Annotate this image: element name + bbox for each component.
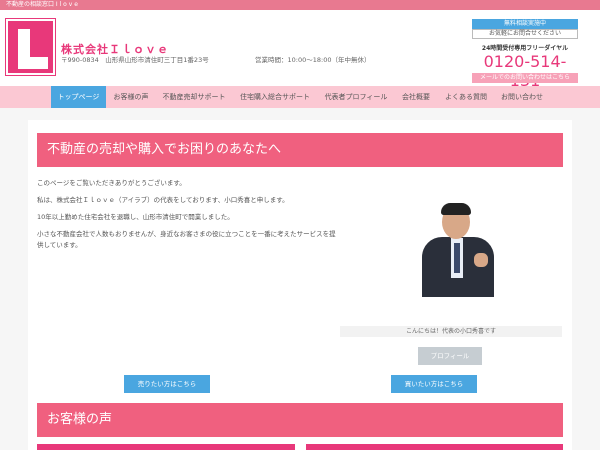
nav-item-top[interactable]: トップページ — [51, 86, 106, 108]
main-nav: トップページ お客様の声 不動産売却サポート 住宅購入総合サポート 代表者プロフ… — [0, 86, 600, 108]
intro-paragraph: 小さな不動産会社で人数もおりませんが、身近なお客さまの役に立つことを一番に考えた… — [37, 230, 336, 249]
photo-caption: こんにちは！代表の小口秀喜です — [340, 326, 562, 337]
consult-link[interactable]: お気軽にお問合せください — [472, 29, 578, 39]
person-hair — [441, 203, 471, 215]
buy-button[interactable]: 買いたい方はこちら — [391, 375, 477, 393]
intro-paragraph: 10年以上勤めた住宅会社を退職し、山形市清住町で開業しました。 — [37, 213, 234, 221]
nav-item-contact[interactable]: お問い合わせ — [496, 86, 548, 108]
nav-item-faq[interactable]: よくある質問 — [440, 86, 492, 108]
top-announcement-bar: 不動産の相談窓口 I l o v e — [0, 0, 600, 10]
customer-voices-title: お客様の声 — [37, 403, 563, 437]
intro-paragraph: 私は、株式会社Ｉｌｏｖｅ（アイラブ）の代表をしております、小口秀喜と申します。 — [37, 196, 289, 204]
free-consultation-badge: 無料相談実施中 — [472, 19, 578, 29]
nav-item-sell-support[interactable]: 不動産売却サポート — [158, 86, 230, 108]
intro-paragraph: このページをご覧いただきありがとうございます。 — [37, 179, 186, 187]
company-logo[interactable] — [6, 19, 55, 75]
phone-number[interactable]: 0120-514-131 — [472, 52, 578, 90]
voice-card — [306, 444, 563, 450]
hero-title: 不動産の売却や購入でお困りのあなたへ — [37, 133, 563, 167]
sell-button[interactable]: 売りたい方はこちら — [124, 375, 210, 393]
nav-item-voices[interactable]: お客様の声 — [108, 86, 154, 108]
nav-item-profile[interactable]: 代表者プロフィール — [320, 86, 392, 108]
nav-item-company[interactable]: 会社概要 — [396, 86, 436, 108]
person-tie — [454, 243, 460, 273]
freedial-label: 24時間受付専用フリーダイヤル — [481, 45, 569, 52]
business-hours: 営業時間：10:00～18:00（年中無休） — [255, 56, 371, 64]
voice-card — [37, 444, 295, 450]
person-fist — [474, 253, 488, 267]
company-address: 〒990-0834 山形県山形市清住町三丁目1番23号 — [61, 56, 209, 64]
mail-inquiry-button[interactable]: メールでのお問い合わせはこちら — [472, 73, 578, 83]
profile-button[interactable]: プロフィール — [418, 347, 482, 365]
logo-letter-l-foot — [18, 57, 48, 69]
nav-item-buy-support[interactable]: 住宅購入総合サポート — [234, 86, 316, 108]
